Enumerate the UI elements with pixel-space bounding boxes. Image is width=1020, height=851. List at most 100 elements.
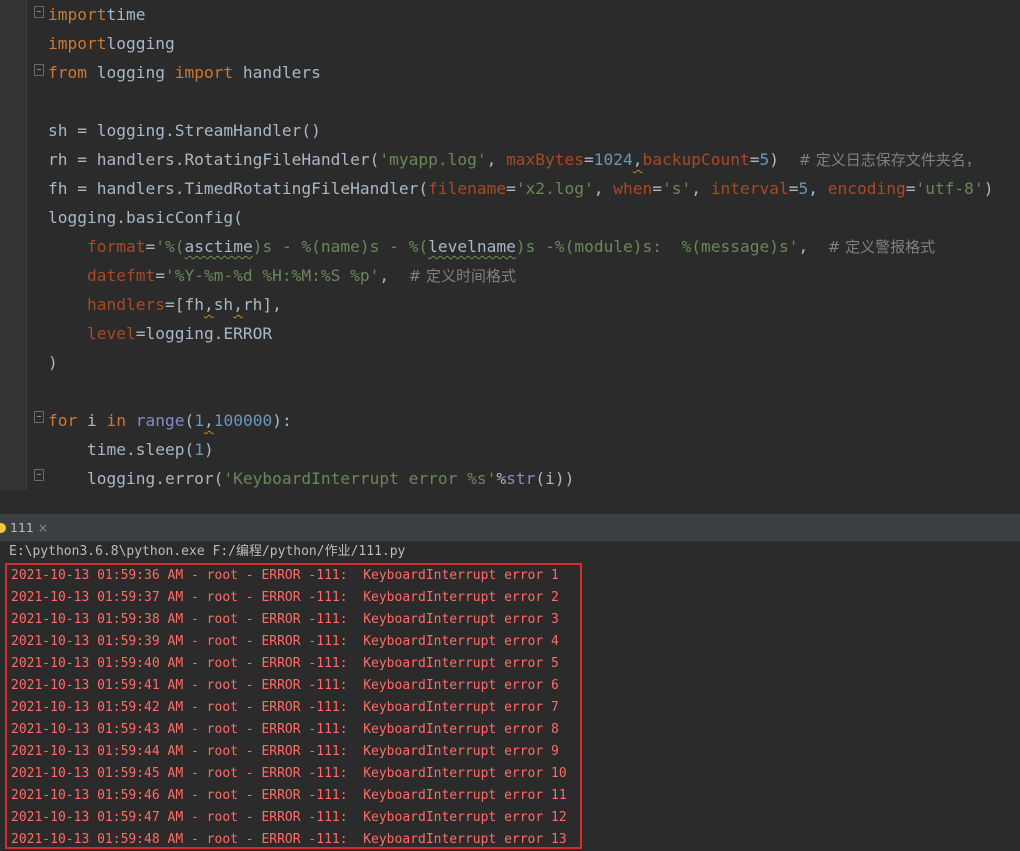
code-line[interactable]: sh = logging.StreamHandler(): [48, 116, 321, 145]
code-token: format: [86, 237, 146, 256]
code-token: import: [48, 34, 107, 53]
code-token: 'myapp.log': [379, 150, 487, 169]
code-token: handlers: [86, 295, 165, 314]
code-token: 's': [662, 179, 692, 198]
code-line[interactable]: logging.basicConfig(: [48, 203, 243, 232]
code-token: 1: [194, 440, 204, 459]
code-line[interactable]: level=logging.ERROR: [48, 319, 272, 348]
log-line: 2021-10-13 01:59:44 AM - root - ERROR -1…: [11, 744, 559, 759]
run-tab-label[interactable]: 111: [10, 514, 34, 542]
code-line[interactable]: fh = handlers.TimedRotatingFileHandler(f…: [48, 174, 993, 203]
code-token: logging.basicConfig(: [48, 208, 243, 227]
code-token: filename: [428, 179, 507, 198]
code-line[interactable]: for i in range(1,100000):: [48, 406, 292, 435]
log-line: 2021-10-13 01:59:37 AM - root - ERROR -1…: [11, 590, 559, 605]
run-tool-window-header: 111 ×: [0, 514, 1020, 542]
code-token: 5: [798, 179, 809, 198]
code-token: interval: [710, 179, 789, 198]
code-token: =: [905, 179, 916, 198]
log-line: 2021-10-13 01:59:36 AM - root - ERROR -1…: [11, 568, 559, 583]
highlight-box: 2021-10-13 01:59:36 AM - root - ERROR -1…: [5, 563, 582, 849]
code-token: range: [135, 411, 185, 430]
code-line[interactable]: ): [48, 348, 58, 377]
code-line[interactable]: handlers=[fh,sh,rh],: [48, 290, 282, 319]
code-line[interactable]: time.sleep(1): [48, 435, 214, 464]
code-token: # 定义时间格式: [408, 267, 516, 285]
code-token: ):: [272, 411, 292, 430]
code-token: encoding: [827, 179, 906, 198]
code-token: ,: [203, 295, 214, 314]
code-token: ,: [632, 150, 643, 169]
code-token: time.sleep(: [48, 440, 195, 459]
code-token: in: [106, 411, 127, 430]
code-token: import: [48, 5, 107, 24]
code-token: =: [749, 150, 760, 169]
code-token: handlers: [233, 63, 321, 82]
code-line[interactable]: format='%(asctime)s - %(name)s - %(level…: [48, 232, 935, 261]
log-line: 2021-10-13 01:59:42 AM - root - ERROR -1…: [11, 700, 559, 715]
code-token: import: [174, 63, 234, 82]
code-token: =: [145, 237, 156, 256]
code-token: maxBytes: [506, 150, 585, 169]
code-token: backupCount: [642, 150, 750, 169]
code-line[interactable]: datefmt='%Y-%m-%d %H:%M:%S %p', # 定义时间格式: [48, 261, 516, 290]
code-token: =: [155, 266, 165, 285]
fold-icon[interactable]: [34, 64, 44, 76]
fold-icon[interactable]: [34, 411, 44, 423]
log-line: 2021-10-13 01:59:43 AM - root - ERROR -1…: [11, 722, 559, 737]
code-token: =[fh: [164, 295, 204, 314]
code-token: time: [106, 5, 146, 24]
code-token: ): [48, 353, 58, 372]
code-token: datefmt: [86, 266, 156, 285]
code-token: when: [613, 179, 653, 198]
code-token: fh = handlers.TimedRotatingFileHandler(: [48, 179, 429, 198]
code-token: # 定义警报格式: [827, 238, 936, 256]
code-line[interactable]: logging.error('KeyboardInterrupt error %…: [48, 464, 574, 490]
code-token: ): [769, 150, 799, 169]
log-line: 2021-10-13 01:59:41 AM - root - ERROR -1…: [11, 678, 559, 693]
code-token: logging.error(: [48, 469, 224, 488]
log-line: 2021-10-13 01:59:40 AM - root - ERROR -1…: [11, 656, 559, 671]
code-line[interactable]: importtime: [48, 0, 145, 29]
code-token: rh],: [242, 295, 282, 314]
code-token: rh = handlers.RotatingFileHandler(: [48, 150, 380, 169]
fold-icon[interactable]: [34, 6, 44, 18]
code-token: '%Y-%m-%d %H:%M:%S %p': [164, 266, 380, 285]
fold-icon[interactable]: [34, 469, 44, 481]
code-line[interactable]: from logging import handlers: [48, 58, 321, 87]
code-token: (i)): [535, 469, 575, 488]
code-token: )s -%(module)s: %(message)s': [515, 237, 799, 256]
code-token: =: [584, 150, 594, 169]
command-line: E:\python3.6.8\python.exe F:/编程/python/作…: [9, 544, 406, 559]
code-token: levelname: [428, 237, 516, 256]
log-line: 2021-10-13 01:59:46 AM - root - ERROR -1…: [11, 788, 567, 803]
log-line: 2021-10-13 01:59:45 AM - root - ERROR -1…: [11, 766, 567, 781]
close-tab-icon[interactable]: ×: [38, 514, 48, 542]
code-token: logging: [106, 34, 175, 53]
code-token: sh = logging.StreamHandler(): [48, 121, 321, 140]
code-token: ,: [203, 411, 214, 430]
log-line: 2021-10-13 01:59:48 AM - root - ERROR -1…: [11, 832, 567, 847]
code-token: 'KeyboardInterrupt error %s': [223, 469, 497, 488]
code-editor[interactable]: importtime importlogging from logging impo…: [0, 0, 1020, 490]
code-token: ,: [691, 179, 711, 198]
log-line: 2021-10-13 01:59:47 AM - root - ERROR -1…: [11, 810, 567, 825]
code-token: =: [652, 179, 663, 198]
code-token: 100000: [213, 411, 273, 430]
code-token: ,: [486, 150, 507, 169]
code-line[interactable]: importlogging: [48, 29, 175, 58]
run-console[interactable]: E:\python3.6.8\python.exe F:/编程/python/作…: [0, 542, 1020, 851]
code-token: 'x2.log': [515, 179, 594, 198]
code-token: ,: [379, 266, 409, 285]
code-token: asctime: [184, 237, 253, 256]
log-line: 2021-10-13 01:59:38 AM - root - ERROR -1…: [11, 612, 559, 627]
code-line[interactable]: rh = handlers.RotatingFileHandler('myapp…: [48, 145, 981, 174]
code-token: ,: [808, 179, 828, 198]
code-token: logging: [86, 63, 175, 82]
code-token: =: [506, 179, 516, 198]
code-token: str: [506, 469, 536, 488]
code-token: # 定义日志保存文件夹名，: [798, 151, 981, 169]
